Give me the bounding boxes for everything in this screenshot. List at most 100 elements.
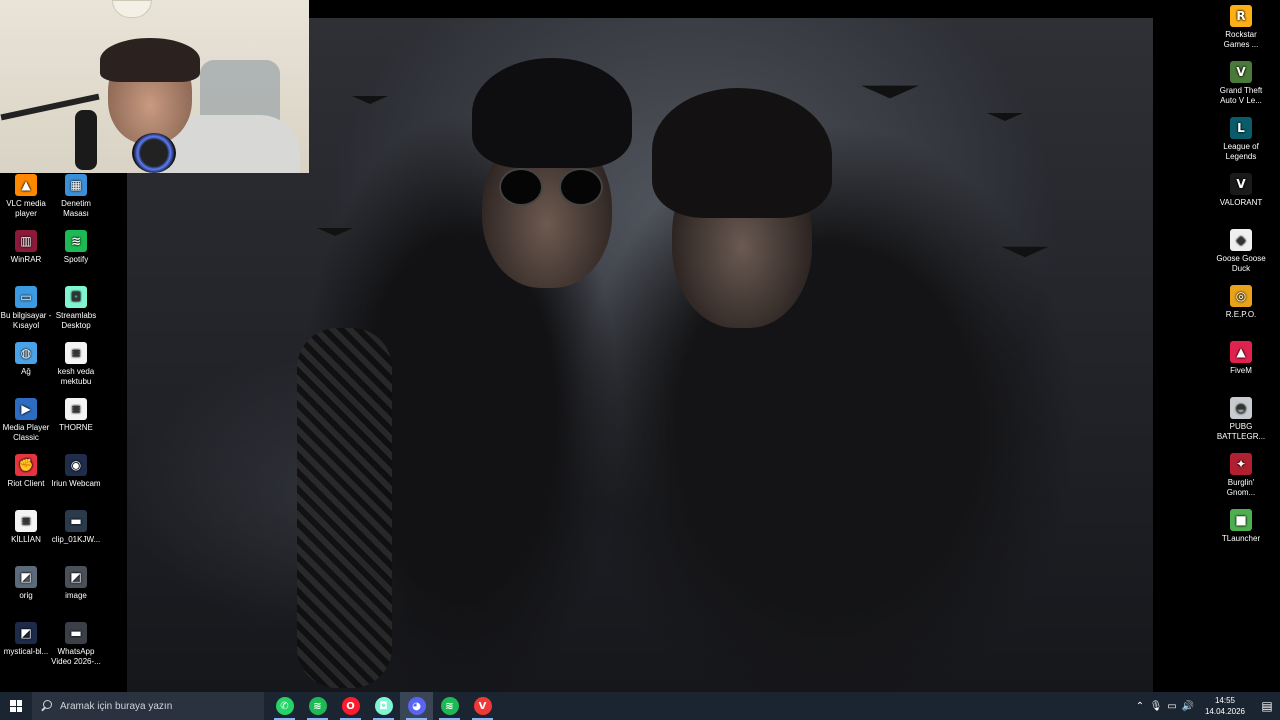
desktop-shortcut-label: VLC media player (6, 199, 46, 218)
wallpaper-tattoo-arm (297, 328, 392, 688)
search-icon (40, 699, 54, 713)
network-icon[interactable]: ▭ (1164, 701, 1180, 712)
webcam-overlay (0, 0, 309, 173)
desktop-shortcut-label: Denetim Masası (61, 199, 91, 218)
text-file-icon: ≡ (65, 342, 87, 364)
desktop-shortcut[interactable]: ✦ Burglin' Gnom... (1215, 453, 1267, 498)
taskbar-pinned-apps: ✆ ≋ O ◘ ◕ ≋ V (268, 692, 499, 720)
desktop-shortcut[interactable]: V Grand Theft Auto V Le... (1215, 61, 1267, 106)
valorant-icon: V (1230, 173, 1252, 195)
taskbar-app-vivaldi[interactable]: V (466, 692, 499, 720)
whatsapp-icon: ✆ (275, 697, 294, 715)
taskbar-app-spotify[interactable]: ≋ (301, 692, 334, 720)
image-file-icon: ◩ (65, 566, 87, 588)
desktop-shortcut[interactable]: L League of Legends (1215, 117, 1267, 162)
wallpaper-sunglasses (499, 168, 609, 208)
league-of-legends-icon: L (1230, 117, 1252, 139)
desktop-shortcut[interactable]: ≡ KİLLİAN (0, 510, 52, 545)
spotify-icon: ≋ (308, 697, 327, 715)
media-player-classic-icon: ▶ (15, 398, 37, 420)
desktop-shortcut[interactable]: ✊ Riot Client (0, 454, 52, 489)
clock-time: 14:55 (1214, 696, 1236, 705)
desktop-shortcut-label: mystical-bl... (3, 647, 49, 656)
taskbar-app-whatsapp[interactable]: ✆ (268, 692, 301, 720)
desktop-shortcut[interactable]: V VALORANT (1215, 173, 1267, 208)
desktop-shortcut[interactable]: ◉ Iriun Webcam (50, 454, 102, 489)
spotify-icon: ≋ (440, 697, 459, 715)
desktop-shortcut-label: R.E.P.O. (1225, 310, 1257, 319)
desktop-shortcut-label: FiveM (1230, 366, 1252, 375)
desktop-shortcut[interactable]: ◘ Streamlabs Desktop (50, 286, 102, 331)
desktop-shortcut[interactable]: ◓ PUBG BATTLEGR... (1215, 397, 1267, 442)
text-file-icon: ≡ (15, 510, 37, 532)
image-file-icon: ◩ (15, 566, 37, 588)
desktop-shortcut[interactable]: ▭ Bu bilgisayar - Kısayol (0, 286, 52, 331)
desktop-shortcut[interactable]: ▬ clip_01KJW... (50, 510, 102, 545)
desktop-shortcut[interactable]: ■ TLauncher (1215, 509, 1267, 544)
pubg-icon: ◓ (1230, 397, 1252, 419)
desktop-shortcut[interactable]: ▲ VLC media player (0, 174, 52, 219)
windows-icon (10, 700, 22, 712)
wallpaper-hair-right (652, 88, 832, 218)
desktop-shortcut[interactable]: R Rockstar Games ... (1215, 5, 1267, 50)
taskbar-app-discord[interactable]: ◕ (400, 692, 433, 720)
search-placeholder: Aramak için buraya yazın (60, 700, 173, 712)
desktop-shortcut[interactable]: ▶ Media Player Classic (0, 398, 52, 443)
desktop-shortcut[interactable]: ▦ Denetim Masası (50, 174, 102, 219)
start-button[interactable] (0, 692, 32, 720)
microphone (75, 110, 97, 170)
gta-v-icon: V (1230, 61, 1252, 83)
streamlabs-icon: ◘ (374, 697, 393, 715)
winrar-icon: ▥ (15, 230, 37, 252)
desktop-shortcut[interactable]: ◩ orig (0, 566, 52, 601)
desktop-shortcut[interactable]: ◍ Ağ (0, 342, 52, 377)
desktop-shortcut-label: Rockstar Games ... (1223, 30, 1259, 49)
vivaldi-icon: V (473, 697, 492, 715)
desktop-shortcut-label: image (65, 591, 87, 600)
volume-icon[interactable]: 🔊 (1180, 701, 1196, 712)
spotify-icon: ≋ (65, 230, 87, 252)
desktop-shortcut[interactable]: ▲ FiveM (1215, 341, 1267, 376)
notification-icon[interactable]: ▤ (1254, 692, 1280, 720)
fivem-icon: ▲ (1230, 341, 1252, 363)
desktop-shortcut-label: THORNE (59, 423, 93, 432)
desktop-shortcut-label: KİLLİAN (11, 535, 41, 544)
video-file-icon: ▬ (65, 510, 87, 532)
taskbar-app-spotify-2[interactable]: ≋ (433, 692, 466, 720)
desktop-shortcut-label: League of Legends (1223, 142, 1259, 161)
goose-goose-duck-icon: ◆ (1230, 229, 1252, 251)
desktop-shortcut[interactable]: ◩ mystical-bl... (0, 622, 52, 657)
microphone-icon[interactable]: 🎙 (1148, 701, 1164, 712)
desktop-shortcut[interactable]: ◎ R.E.P.O. (1215, 285, 1267, 320)
desktop-shortcut[interactable]: ≡ THORNE (50, 398, 102, 433)
desktop-shortcut-label: kesh veda mektubu (57, 367, 95, 386)
streamlabs-icon: ◘ (65, 286, 87, 308)
desktop-shortcut[interactable]: ◆ Goose Goose Duck (1215, 229, 1267, 274)
desktop-shortcut-label: WhatsApp Video 2026-... (51, 647, 101, 666)
system-tray: ⌃ 🎙 ▭ 🔊 14:55 14.04.2026 ▤ (1132, 692, 1280, 720)
ceiling-lamp (112, 0, 152, 18)
desktop-shortcut[interactable]: ≡ kesh veda mektubu (50, 342, 102, 387)
crow-silhouette (861, 85, 919, 99)
vlc-icon: ▲ (15, 174, 37, 196)
taskbar-app-opera[interactable]: O (334, 692, 367, 720)
desktop-shortcut-label: Iriun Webcam (51, 479, 101, 488)
iriun-webcam-icon: ◉ (65, 454, 87, 476)
taskbar-clock[interactable]: 14:55 14.04.2026 (1200, 695, 1250, 717)
burglin-gnomes-icon: ✦ (1230, 453, 1252, 475)
desktop-shortcut-label: TLauncher (1221, 534, 1261, 543)
image-file-icon: ◩ (15, 622, 37, 644)
desktop-shortcut[interactable]: ◩ image (50, 566, 102, 601)
taskbar-app-streamlabs[interactable]: ◘ (367, 692, 400, 720)
text-file-icon: ≡ (65, 398, 87, 420)
video-file-icon: ▬ (65, 622, 87, 644)
taskbar-search[interactable]: Aramak için buraya yazın (32, 692, 264, 720)
desktop-shortcut[interactable]: ≋ Spotify (50, 230, 102, 265)
streamer-hair (100, 38, 200, 82)
desktop-shortcut-label: Ağ (21, 367, 31, 376)
desktop-shortcut-label: WinRAR (10, 255, 42, 264)
desktop-shortcut[interactable]: ▥ WinRAR (0, 230, 52, 265)
chevron-up-icon[interactable]: ⌃ (1132, 701, 1148, 712)
desktop-shortcut[interactable]: ▬ WhatsApp Video 2026-... (50, 622, 102, 667)
rockstar-icon: R (1230, 5, 1252, 27)
